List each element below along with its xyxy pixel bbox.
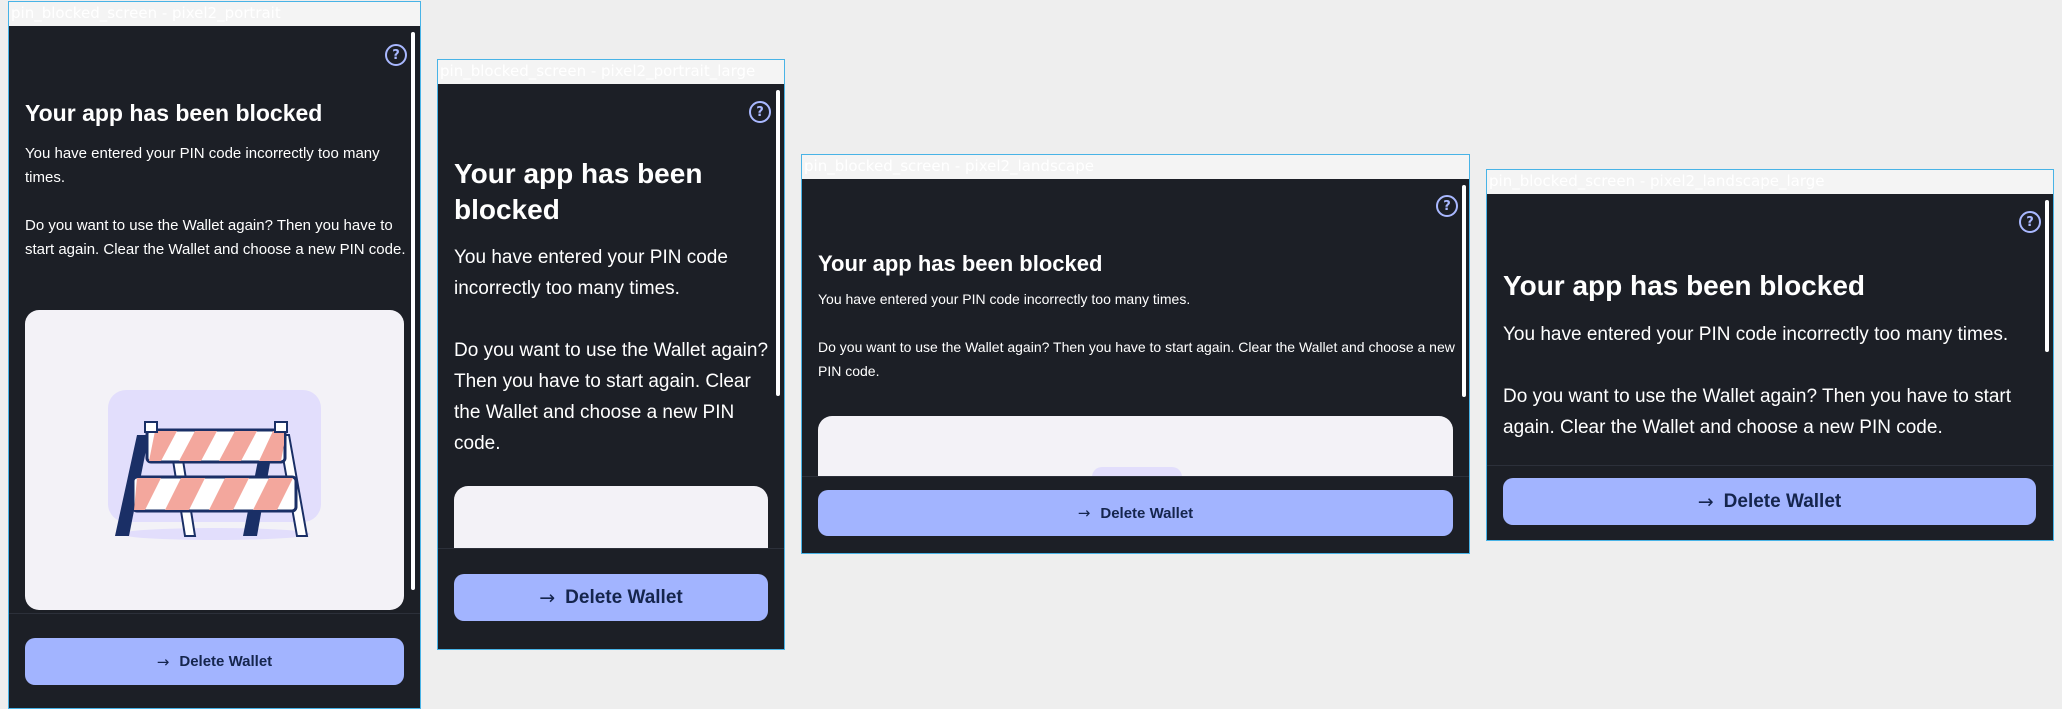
pin-blocked-screen: ? Your app has been blocked You have ent… (9, 26, 420, 708)
frame-label: pin_blocked_screen - pixel2_portrait (9, 2, 420, 26)
paragraph-instructions: Do you want to use the Wallet again? The… (25, 217, 406, 258)
body-text: You have entered your PIN code incorrect… (25, 142, 411, 262)
footer: → Delete Wallet (1487, 465, 2053, 540)
paragraph-instructions: Do you want to use the Wallet again? The… (454, 340, 769, 454)
pin-blocked-screen: ? Your app has been blocked You have ent… (438, 84, 784, 649)
question-circle-icon[interactable]: ? (1436, 195, 1458, 217)
delete-wallet-label: Delete Wallet (1723, 490, 1842, 512)
delete-wallet-label: Delete Wallet (179, 653, 273, 670)
scrollbar[interactable] (411, 32, 415, 590)
page-title: Your app has been blocked (25, 100, 323, 126)
footer: → Delete Wallet (9, 613, 420, 708)
arrow-right-icon: → (1077, 504, 1091, 522)
paragraph-attempts: You have entered your PIN code incorrect… (1503, 324, 2009, 345)
delete-wallet-button[interactable]: → Delete Wallet (818, 490, 1453, 536)
scrollbar[interactable] (2045, 200, 2049, 352)
frame-landscape: pin_blocked_screen - pixel2_landscape ? … (801, 154, 1470, 554)
illustration-card (25, 310, 404, 610)
frame-label: pin_blocked_screen - pixel2_portrait_lar… (438, 60, 784, 84)
delete-wallet-button[interactable]: → Delete Wallet (25, 638, 404, 685)
question-circle-icon[interactable]: ? (2019, 211, 2041, 233)
page-title: Your app has been blocked (818, 251, 1103, 276)
paragraph-instructions: Do you want to use the Wallet again? The… (1503, 386, 2012, 438)
delete-wallet-button[interactable]: → Delete Wallet (454, 574, 768, 621)
body-text: You have entered your PIN code incorrect… (1503, 319, 2033, 443)
footer: → Delete Wallet (802, 476, 1469, 553)
paragraph-instructions: Do you want to use the Wallet again? The… (818, 339, 1455, 379)
body-text: You have entered your PIN code incorrect… (454, 242, 774, 459)
scrollbar[interactable] (776, 90, 780, 396)
arrow-right-icon: → (1697, 490, 1714, 513)
frame-landscape-large: pin_blocked_screen - pixel2_landscape_la… (1486, 169, 2054, 541)
arrow-right-icon: → (539, 586, 556, 609)
pin-blocked-screen: ? Your app has been blocked You have ent… (802, 179, 1469, 553)
pin-blocked-screen: ? Your app has been blocked You have ent… (1487, 194, 2053, 540)
delete-wallet-button[interactable]: → Delete Wallet (1503, 478, 2036, 525)
delete-wallet-label: Delete Wallet (565, 586, 683, 608)
paragraph-attempts: You have entered your PIN code incorrect… (454, 247, 728, 299)
frame-portrait-large: pin_blocked_screen - pixel2_portrait_lar… (437, 59, 785, 650)
frame-portrait: pin_blocked_screen - pixel2_portrait ? Y… (8, 1, 421, 709)
arrow-right-icon: → (156, 652, 170, 671)
paragraph-attempts: You have entered your PIN code incorrect… (818, 291, 1191, 307)
question-circle-icon[interactable]: ? (749, 101, 771, 123)
frame-label: pin_blocked_screen - pixel2_landscape_la… (1487, 170, 2053, 194)
question-circle-icon[interactable]: ? (385, 44, 407, 66)
footer: → Delete Wallet (438, 548, 784, 649)
delete-wallet-label: Delete Wallet (1100, 504, 1194, 522)
page-title: Your app has been blocked (1503, 270, 1866, 301)
paragraph-attempts: You have entered your PIN code incorrect… (25, 145, 380, 186)
scrollbar[interactable] (1462, 185, 1466, 397)
page-title: Your app has been blocked (454, 158, 703, 225)
road-barrier-illustration (108, 390, 321, 540)
frame-label: pin_blocked_screen - pixel2_landscape (802, 155, 1469, 179)
body-text: You have entered your PIN code incorrect… (818, 287, 1458, 383)
